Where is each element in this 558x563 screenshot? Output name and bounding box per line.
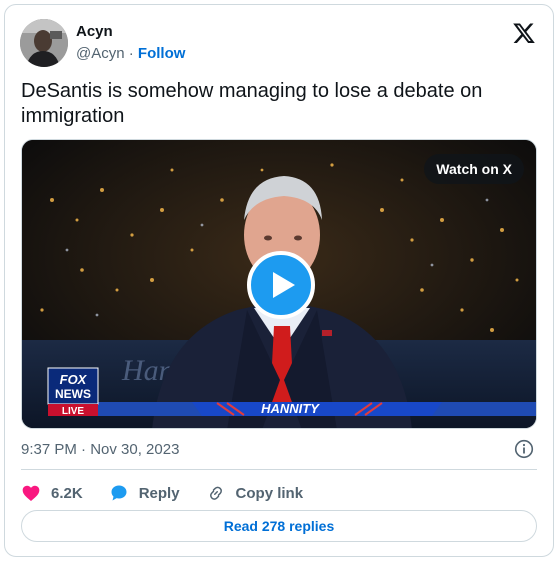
- heart-icon: [22, 485, 40, 501]
- action-bar: 6.2K Reply Copy link: [21, 479, 329, 507]
- play-icon: [273, 272, 295, 298]
- live-badge: LIVE: [62, 406, 85, 417]
- reply-bubble-icon: [111, 485, 127, 501]
- tweet-timestamp[interactable]: 9:37 PM · Nov 30, 2023: [21, 441, 179, 458]
- network-logo-fox: FOX: [60, 372, 88, 387]
- author-handle[interactable]: @Acyn: [76, 45, 125, 62]
- copy-link-label: Copy link: [235, 484, 304, 502]
- play-button[interactable]: [247, 251, 315, 319]
- avatar[interactable]: [20, 19, 68, 67]
- handle-separator: ·: [128, 45, 134, 62]
- video-media[interactable]: Hannity HANNITY FOX N: [21, 139, 537, 429]
- avatar-image: [20, 19, 68, 67]
- copy-link-button[interactable]: Copy link: [206, 483, 304, 503]
- like-count: 6.2K: [51, 484, 83, 502]
- reply-button[interactable]: Reply: [109, 483, 180, 503]
- watch-on-x-button[interactable]: Watch on X: [424, 154, 524, 184]
- divider: [21, 469, 537, 470]
- x-logo-icon[interactable]: [512, 21, 536, 45]
- network-logo-news: NEWS: [55, 387, 91, 401]
- reply-label: Reply: [138, 484, 180, 502]
- info-icon[interactable]: [514, 439, 534, 459]
- tweet-embed-card[interactable]: Acyn @Acyn · Follow DeSantis is somehow …: [4, 4, 554, 557]
- link-icon: [209, 486, 222, 500]
- like-button[interactable]: 6.2K: [21, 483, 83, 503]
- author-handle-row: @Acyn · Follow: [76, 45, 185, 62]
- author-display-name[interactable]: Acyn: [76, 23, 113, 40]
- read-replies-button[interactable]: Read 278 replies: [21, 510, 537, 542]
- follow-button[interactable]: Follow: [138, 45, 186, 62]
- tweet-text: DeSantis is somehow managing to lose a d…: [21, 80, 483, 127]
- chyron-text: HANNITY: [261, 401, 320, 416]
